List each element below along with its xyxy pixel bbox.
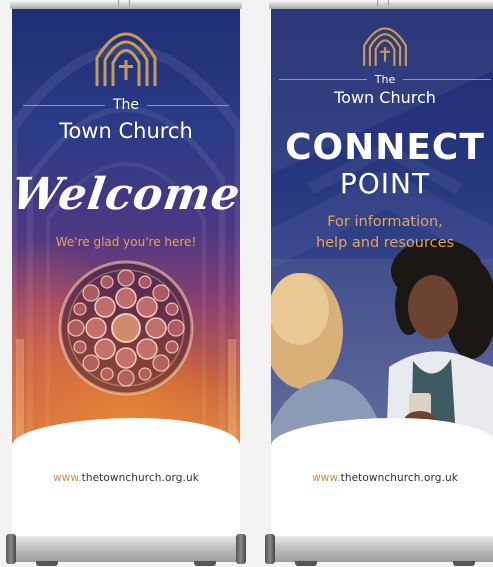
connect-banner-graphic: The Town Church CONNECT POINT For inform… [271, 9, 493, 453]
logo-the-row: The [12, 97, 240, 113]
base-end-cap [236, 534, 246, 564]
base-foot [295, 561, 317, 566]
church-name: Town Church [334, 88, 436, 107]
hanging-hook [377, 0, 389, 6]
url-www: www. [53, 472, 82, 484]
banner-base-cassette [6, 534, 246, 566]
base-foot [453, 561, 475, 566]
church-arch-cross-logo-icon [363, 27, 407, 66]
base-foot [36, 561, 58, 566]
welcome-tagline: We're glad you're here! [55, 235, 197, 249]
point-headline: POINT [339, 167, 431, 200]
banner-top-rail [269, 0, 493, 9]
logo-the-row: The [271, 71, 493, 87]
website-url: www.thetownchurch.org.uk [271, 472, 493, 484]
connect-point-banner-stand: The Town Church CONNECT POINT For inform… [265, 0, 493, 567]
divider-line [403, 78, 492, 80]
welcome-banner-graphic: The Town Church Welcome We're glad you'r… [12, 9, 240, 453]
base-foot [194, 561, 216, 566]
logo-the-label: The [112, 97, 140, 113]
url-www: www. [312, 472, 341, 484]
info-line-2: help and resources [315, 235, 455, 251]
church-arch-cross-logo-icon [95, 32, 157, 86]
welcome-headline: Welcome [12, 169, 240, 220]
info-line-1: For information, [327, 214, 443, 230]
website-url: www.thetownchurch.org.uk [12, 472, 240, 484]
connect-headline: CONNECT [285, 127, 485, 168]
divider-line [147, 104, 230, 106]
info-text: For information, help and resources [271, 212, 493, 254]
base-end-cap [265, 534, 275, 564]
divider-line [278, 78, 367, 80]
logo-the-label: The [374, 72, 396, 86]
url-domain: thetownchurch.org.uk [340, 472, 458, 484]
church-name: Town Church [59, 119, 193, 143]
banner-top-rail [10, 0, 242, 9]
hanging-hook [118, 0, 130, 6]
divider-line [22, 104, 105, 106]
base-end-cap [6, 534, 16, 564]
banner-base-cassette [265, 534, 493, 566]
welcome-banner-stand: The Town Church Welcome We're glad you'r… [6, 0, 246, 567]
url-domain: thetownchurch.org.uk [81, 472, 199, 484]
